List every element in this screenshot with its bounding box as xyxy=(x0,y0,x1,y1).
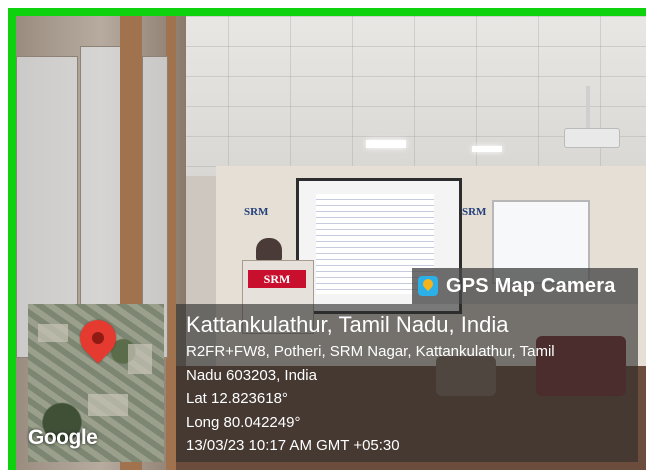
map-building xyxy=(128,344,152,374)
wall-logo-right: SRM xyxy=(462,206,487,218)
address-line-2: Nadu 603203, India xyxy=(186,367,317,384)
projector-mount xyxy=(586,86,590,130)
address-line-1: R2FR+FW8, Potheri, SRM Nagar, Kattankula… xyxy=(186,343,555,360)
location-title: Kattankulathur, Tamil Nadu, India xyxy=(186,312,509,337)
map-pin-icon xyxy=(418,276,438,296)
ceiling-grid xyxy=(166,16,646,176)
ceiling-light xyxy=(472,146,502,152)
gps-map-camera-badge: GPS Map Camera xyxy=(412,268,638,304)
wall-logo-left: SRM xyxy=(244,206,269,218)
longitude: Long 80.042249° xyxy=(186,414,301,431)
latitude: Lat 12.823618° xyxy=(186,390,288,407)
projector xyxy=(564,128,620,148)
presenter xyxy=(256,238,282,262)
map-building xyxy=(38,324,68,342)
location-pin-dot xyxy=(92,332,104,344)
google-logo: Google xyxy=(28,426,98,449)
map-building xyxy=(88,394,128,416)
badge-label: GPS Map Camera xyxy=(446,274,616,297)
ceiling-light xyxy=(366,140,406,148)
timestamp: 13/03/23 10:17 AM GMT +05:30 xyxy=(186,437,400,454)
podium-logo: SRM xyxy=(248,270,306,288)
